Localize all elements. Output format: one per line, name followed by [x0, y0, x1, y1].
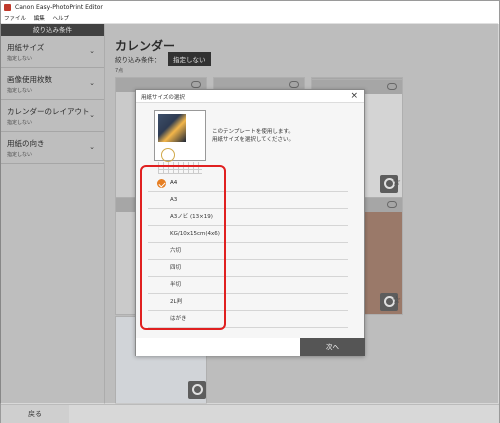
dialog-title: 用紙サイズの選択 — [141, 95, 185, 101]
clock-icon — [161, 148, 175, 162]
photo-thumbnail — [158, 114, 186, 142]
footer-bar — [69, 404, 499, 423]
title-bar: Canon Easy-PhotoPrint Editor — [1, 1, 499, 14]
instruction-line: このテンプレートを使用します。 — [212, 129, 294, 135]
template-thumbnail — [154, 110, 206, 174]
dialog-footer — [136, 338, 300, 356]
app-logo-icon — [4, 4, 11, 11]
next-button[interactable]: 次へ — [300, 338, 365, 356]
menu-help[interactable]: ヘルプ — [53, 16, 70, 22]
menu-edit[interactable]: 編集 — [34, 16, 45, 22]
window-title: Canon Easy-PhotoPrint Editor — [15, 4, 103, 11]
menu-file[interactable]: ファイル — [4, 16, 26, 22]
close-icon[interactable]: × — [350, 91, 358, 101]
instruction-text: このテンプレートを使用します。 用紙サイズを選択してください。 — [212, 128, 352, 144]
back-button[interactable]: 戻る — [1, 404, 69, 423]
size-list-highlight — [140, 165, 226, 330]
instruction-line: 用紙サイズを選択してください。 — [212, 137, 295, 143]
